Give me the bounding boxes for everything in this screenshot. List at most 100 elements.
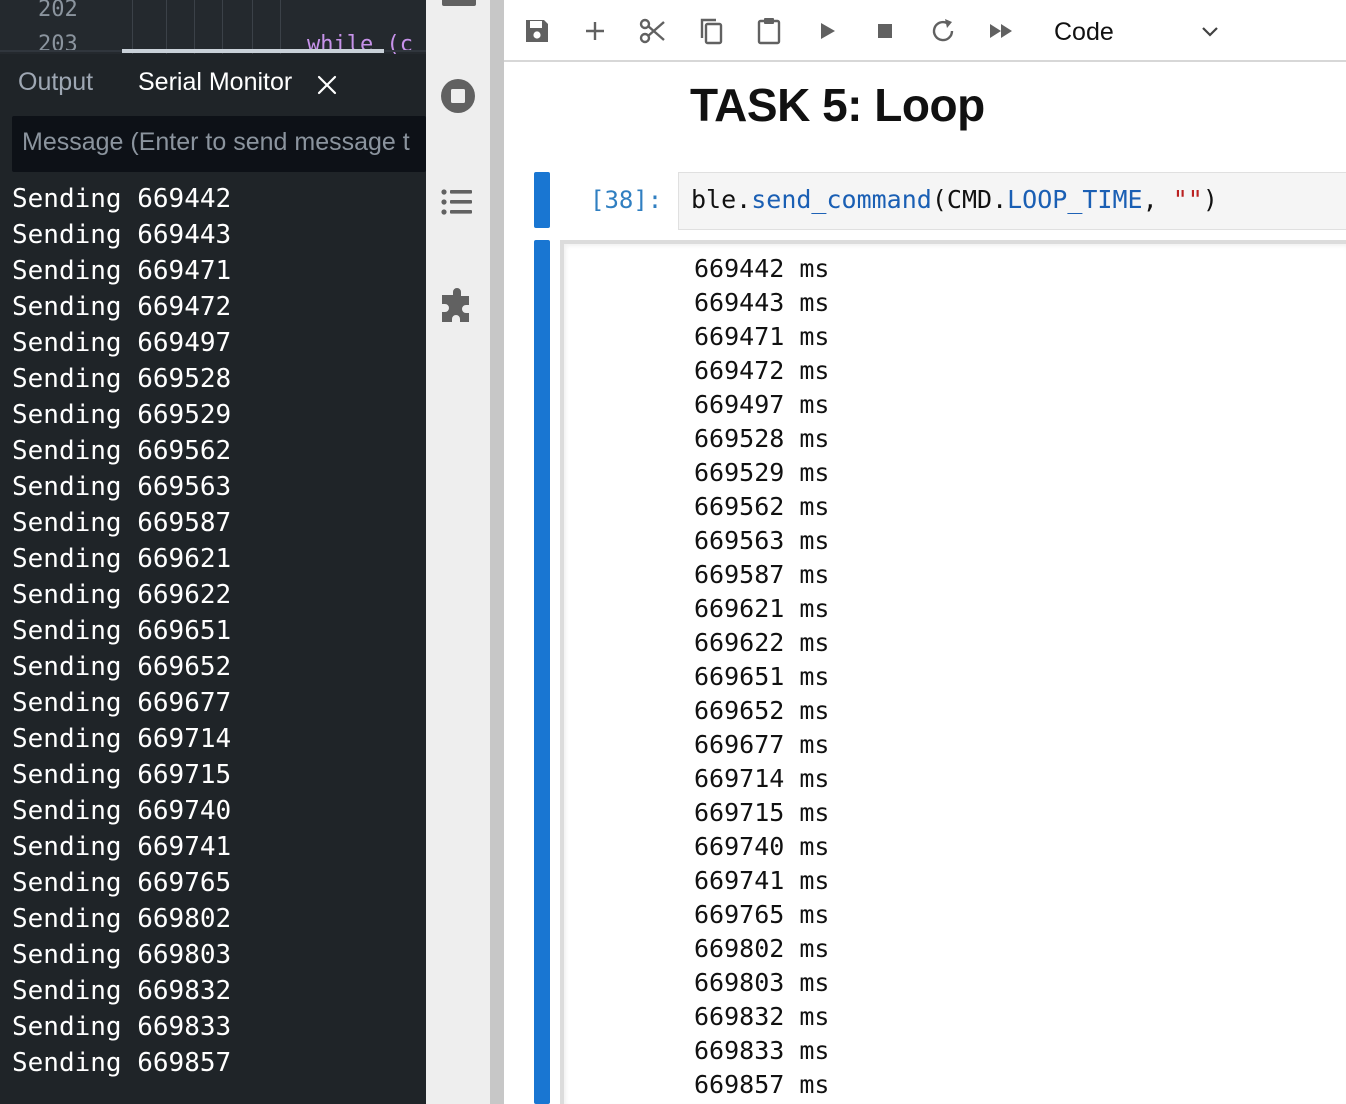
output-line: 669442 ms xyxy=(694,252,829,286)
serial-line: Sending 669677 xyxy=(12,685,231,721)
serial-line-value: 669715 xyxy=(137,760,232,790)
output-line: 669765 ms xyxy=(694,898,829,932)
serial-line-value: 669765 xyxy=(137,868,232,898)
paste-icon[interactable] xyxy=(754,16,784,46)
output-value: 669714 xyxy=(694,764,785,793)
code-token: ( xyxy=(931,185,947,214)
save-icon[interactable] xyxy=(522,16,552,46)
copy-icon[interactable] xyxy=(696,16,726,46)
output-line: 669443 ms xyxy=(694,286,829,320)
tab-serial-monitor[interactable]: Serial Monitor xyxy=(138,68,292,97)
serial-line-value: 669832 xyxy=(137,976,232,1006)
cell-type-dropdown[interactable]: Code xyxy=(1052,12,1236,52)
output-line: 669741 ms xyxy=(694,864,829,898)
serial-line-prefix: Sending xyxy=(12,364,122,394)
output-value: 669471 xyxy=(694,322,785,351)
output-line: 669562 ms xyxy=(694,490,829,524)
serial-line-value: 669587 xyxy=(137,508,232,538)
code-editor[interactable]: 202 203 while (c xyxy=(0,0,426,57)
output-value: 669740 xyxy=(694,832,785,861)
serial-line-prefix: Sending xyxy=(12,1048,122,1078)
serial-line: Sending 669715 xyxy=(12,757,231,793)
output-unit: ms xyxy=(799,560,830,589)
line-number: 202 xyxy=(38,0,78,22)
folder-icon[interactable] xyxy=(442,0,476,6)
serial-line-prefix: Sending xyxy=(12,688,122,718)
serial-line: Sending 669832 xyxy=(12,973,231,1009)
serial-line-value: 669472 xyxy=(137,292,232,322)
restart-icon[interactable] xyxy=(928,16,958,46)
output-line: 669652 ms xyxy=(694,694,829,728)
extension-puzzle-icon[interactable] xyxy=(438,288,478,328)
output-value: 669497 xyxy=(694,390,785,419)
run-icon[interactable] xyxy=(812,16,842,46)
table-of-contents-icon[interactable] xyxy=(438,182,478,222)
serial-line-prefix: Sending xyxy=(12,868,122,898)
code-token: "" xyxy=(1172,185,1203,214)
output-value: 669587 xyxy=(694,560,785,589)
output-unit: ms xyxy=(799,832,830,861)
serial-line-value: 669740 xyxy=(137,796,232,826)
serial-line: Sending 669652 xyxy=(12,649,231,685)
serial-line: Sending 669741 xyxy=(12,829,231,865)
output-unit: ms xyxy=(799,968,830,997)
stop-icon[interactable] xyxy=(870,16,900,46)
notebook-panel: Code TASK 5: Loop [38]: ble.send_command… xyxy=(504,0,1346,1104)
serial-line-value: 669833 xyxy=(137,1012,232,1042)
code-token: send_command xyxy=(751,185,932,214)
output-value: 669528 xyxy=(694,424,785,453)
chevron-down-icon xyxy=(1202,27,1218,37)
output-unit: ms xyxy=(799,424,830,453)
output-value: 669802 xyxy=(694,934,785,963)
serial-line-value: 669652 xyxy=(137,652,232,682)
message-placeholder: Message (Enter to send message t xyxy=(22,128,410,156)
close-icon[interactable] xyxy=(316,74,338,96)
serial-line: Sending 669471 xyxy=(12,253,231,289)
code-cell-input[interactable]: ble.send_command(CMD.LOOP_TIME, "") xyxy=(678,172,1346,230)
serial-line-prefix: Sending xyxy=(12,940,122,970)
output-value: 669652 xyxy=(694,696,785,725)
serial-line-prefix: Sending xyxy=(12,436,122,466)
serial-line-prefix: Sending xyxy=(12,904,122,934)
output-value: 669563 xyxy=(694,526,785,555)
serial-line-value: 669714 xyxy=(137,724,232,754)
output-value: 669472 xyxy=(694,356,785,385)
output-unit: ms xyxy=(799,356,830,385)
tab-output[interactable]: Output xyxy=(18,68,93,97)
serial-line-value: 669802 xyxy=(137,904,232,934)
serial-line: Sending 669563 xyxy=(12,469,231,505)
output-line: 669587 ms xyxy=(694,558,829,592)
serial-line-value: 669497 xyxy=(137,328,232,358)
serial-line-value: 669563 xyxy=(137,472,232,502)
output-line: 669714 ms xyxy=(694,762,829,796)
output-value: 669677 xyxy=(694,730,785,759)
output-unit: ms xyxy=(799,288,830,317)
indent-guide xyxy=(280,0,281,54)
cell-type-value: Code xyxy=(1054,18,1114,46)
serial-monitor-output: Sending 669442 Sending 669443 Sending 6694… xyxy=(12,181,231,1081)
output-unit: ms xyxy=(799,322,830,351)
output-unit: ms xyxy=(799,628,830,657)
cut-icon[interactable] xyxy=(638,16,668,46)
serial-line-value: 669562 xyxy=(137,436,232,466)
fast-forward-icon[interactable] xyxy=(986,16,1016,46)
cell-output-area: 669442 ms 669443 ms 669471 ms 669472 ms 6694… xyxy=(560,240,1346,1104)
output-unit: ms xyxy=(799,492,830,521)
serial-line: Sending 669765 xyxy=(12,865,231,901)
serial-message-input[interactable]: Message (Enter to send message t xyxy=(12,116,426,172)
input-collapser[interactable] xyxy=(534,172,550,228)
serial-line-value: 669443 xyxy=(137,220,232,250)
execution-count: [38]: xyxy=(590,186,663,214)
serial-line: Sending 669442 xyxy=(12,181,231,217)
markdown-heading: TASK 5: Loop xyxy=(690,79,985,131)
add-cell-icon[interactable] xyxy=(580,16,610,46)
output-line: 669677 ms xyxy=(694,728,829,762)
horizontal-scrollbar[interactable] xyxy=(122,49,384,53)
output-collapser[interactable] xyxy=(534,240,550,1104)
output-value: 669529 xyxy=(694,458,785,487)
code-token: ) xyxy=(1202,185,1218,214)
sidebar-splitter[interactable] xyxy=(490,0,504,1104)
running-kernels-icon[interactable] xyxy=(438,76,478,116)
output-value: 669562 xyxy=(694,492,785,521)
output-value: 669857 xyxy=(694,1070,785,1099)
